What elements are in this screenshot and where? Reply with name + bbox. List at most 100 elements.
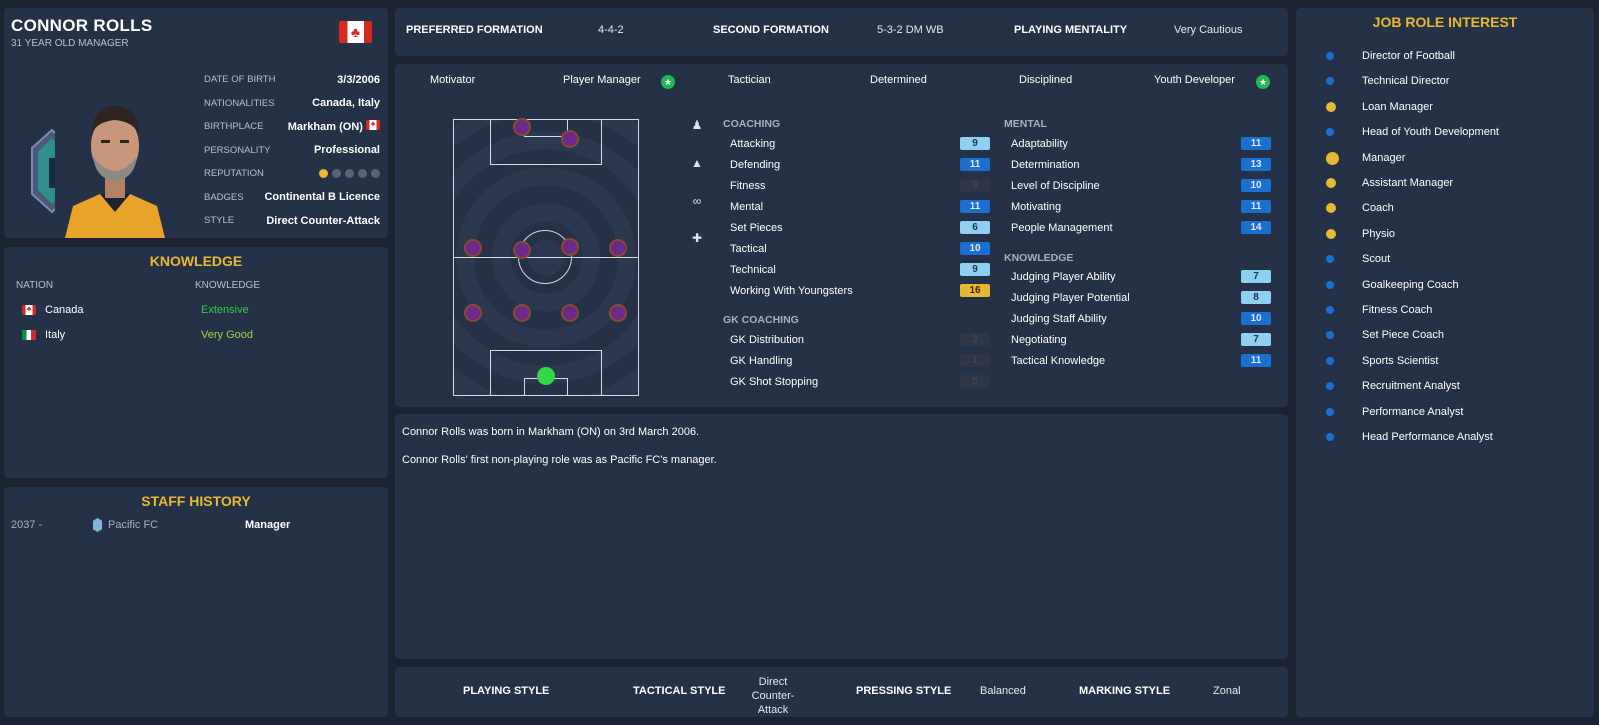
player-marker[interactable] [513,118,531,136]
star-icon: ★ [1256,75,1270,89]
job-role-item[interactable]: Coach [1326,202,1394,214]
player-marker[interactable] [464,239,482,257]
attributes-panel: Motivator Player Manager ★ Tactician Det… [395,64,1288,407]
job-role-item[interactable]: Head Performance Analyst [1326,431,1493,443]
job-role-item[interactable]: Manager [1326,151,1406,165]
attribute-row[interactable]: Mental 11 [723,200,990,213]
attribute-row[interactable]: GK Shot Stopping 5 [723,375,990,388]
bio-paragraph: Connor Rolls' first non-playing role was… [402,454,717,466]
job-role-label: Set Piece Coach [1362,329,1444,342]
job-role-item[interactable]: Recruitment Analyst [1326,380,1460,392]
attribute-value: 10 [1241,312,1271,325]
player-marker[interactable] [561,130,579,148]
attribute-row[interactable]: Tactical 10 [723,242,990,255]
canada-flag-icon[interactable] [339,21,372,43]
job-role-item[interactable]: Goalkeeping Coach [1326,279,1459,291]
player-marker[interactable] [609,239,627,257]
job-role-item[interactable]: Director of Football [1326,50,1455,62]
attribute-row[interactable]: Motivating 11 [1004,200,1271,213]
attribute-row[interactable]: Technical 9 [723,263,990,276]
attribute-value: 16 [960,284,990,297]
knowledge-attributes-header: KNOWLEDGE [1004,252,1074,264]
job-role-item[interactable]: Physio [1326,228,1395,240]
player-marker[interactable] [609,304,627,322]
table-row[interactable]: 2037 - Pacific FC Manager [11,518,381,532]
job-role-item[interactable]: Head of Youth Development [1326,126,1499,138]
job-role-item[interactable]: Technical Director [1326,75,1449,87]
attribute-row[interactable]: Set Pieces 6 [723,221,990,234]
info-row-nationalities: NATIONALITIES Canada, Italy [204,97,380,110]
attribute-name: Tactical Knowledge [1011,354,1106,367]
attribute-name: Set Pieces [730,221,783,234]
interest-dot-icon [1326,356,1334,365]
job-role-label: Head of Youth Development [1362,126,1499,139]
job-role-item[interactable]: Sports Scientist [1326,355,1438,367]
pressing-style-value: Balanced [980,685,1026,697]
player-marker[interactable] [561,238,579,256]
player-marker[interactable] [513,304,531,322]
second-formation: 5-3-2 DM WB [877,24,944,36]
list-item[interactable]: Canada [18,304,84,316]
cone-icon: ▲ [691,156,703,170]
attribute-row[interactable]: Attacking 9 [723,137,990,150]
job-role-item[interactable]: Fitness Coach [1326,304,1432,316]
reputation-star [358,169,367,179]
attribute-row[interactable]: GK Handling 1 [723,354,990,367]
medical-kit-icon: ✚ [691,231,703,245]
attribute-row[interactable]: Negotiating 7 [1004,333,1271,346]
manager-info: DATE OF BIRTH 3/3/2006 NATIONALITIES Can… [204,68,380,233]
attribute-row[interactable]: Adaptability 11 [1004,137,1271,150]
attribute-value: 5 [960,375,990,388]
role-badge[interactable]: Tactician [728,74,771,86]
role-badge[interactable]: Disciplined [1019,74,1072,86]
attribute-row[interactable]: GK Distribution 3 [723,333,990,346]
attribute-name: Judging Player Ability [1011,270,1116,283]
attribute-value: 6 [960,221,990,234]
job-role-label: Manager [1362,152,1406,165]
job-role-label: Scout [1362,253,1391,266]
manager-subtitle: 31 YEAR OLD MANAGER [11,38,129,49]
interest-dot-icon [1326,255,1334,264]
attribute-row[interactable]: Determination 13 [1004,158,1271,171]
job-role-item[interactable]: Assistant Manager [1326,177,1453,189]
player-marker[interactable] [464,304,482,322]
attribute-name: Level of Discipline [1011,179,1100,192]
attribute-value: 7 [1241,270,1271,283]
role-badge[interactable]: Determined [870,74,927,86]
job-role-label: Assistant Manager [1362,177,1454,189]
birthplace-value[interactable]: Markham (ON) [288,121,363,133]
player-marker[interactable] [561,304,579,322]
job-role-item[interactable]: Performance Analyst [1326,406,1464,418]
job-role-label: Loan Manager [1362,100,1433,113]
list-item[interactable]: Italy [18,329,65,341]
job-role-title: JOB ROLE INTEREST [1372,14,1518,30]
nation-column-header[interactable]: NATION [16,280,53,291]
attribute-row[interactable]: Judging Player Ability 7 [1004,270,1271,283]
attribute-value: 11 [1241,200,1271,213]
role-badge[interactable]: Player Manager [563,74,641,86]
gk-coaching-header: GK COACHING [723,314,799,326]
role-badge[interactable]: Motivator [430,74,475,86]
goalkeeper-marker[interactable] [537,367,555,385]
formation-pitch[interactable] [453,118,639,396]
attribute-row[interactable]: Judging Player Potential 8 [1004,291,1271,304]
job-role-item[interactable]: Loan Manager [1326,101,1433,113]
attribute-row[interactable]: Working With Youngsters 16 [723,284,990,297]
job-role-item[interactable]: Scout [1326,253,1390,265]
interest-dot-icon [1326,433,1334,441]
info-row-birthplace: BIRTHPLACE Markham (ON) [204,115,380,139]
attribute-row[interactable]: Fitness 3 [723,179,990,192]
attribute-row[interactable]: Judging Staff Ability 10 [1004,312,1271,325]
player-marker[interactable] [513,241,531,259]
attribute-row[interactable]: Tactical Knowledge 11 [1004,354,1271,367]
attribute-value: 1 [960,354,990,367]
reputation-stars [319,169,380,179]
job-role-item[interactable]: Set Piece Coach [1326,329,1444,341]
knowledge-column-header[interactable]: KNOWLEDGE [195,280,260,291]
attribute-row[interactable]: Defending 11 [723,158,990,171]
attribute-row[interactable]: People Management 14 [1004,221,1271,234]
reputation-star [319,169,328,179]
role-badge[interactable]: Youth Developer [1154,74,1235,86]
attribute-row[interactable]: Level of Discipline 10 [1004,179,1271,192]
club-name[interactable]: Pacific FC [108,519,158,531]
